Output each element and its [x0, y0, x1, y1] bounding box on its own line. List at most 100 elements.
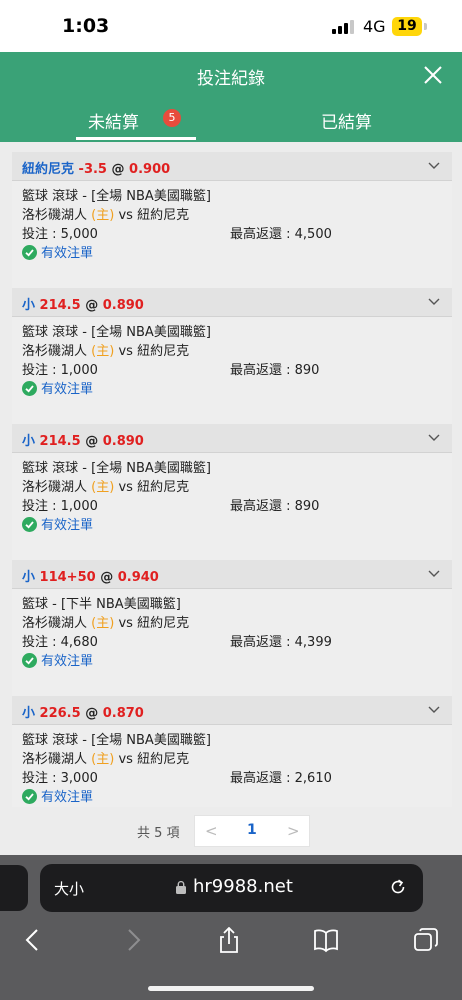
bet-header[interactable]: 小 114+50 @ 0.940 — [12, 560, 452, 589]
bet-status-label: 有效注單 — [41, 654, 94, 669]
page-number-button[interactable]: 1 — [247, 822, 257, 838]
status-time: 1:03 — [62, 15, 110, 37]
address-bar[interactable]: 大小 hr9988.net — [40, 864, 423, 912]
chevron-down-icon[interactable] — [428, 296, 440, 308]
bet-card: 小 226.5 @ 0.870 籃球 滾球 - [全場 NBA美國職籃] 洛杉磯… — [12, 696, 452, 807]
next-page-button[interactable]: > — [287, 822, 300, 840]
back-icon[interactable] — [20, 927, 46, 953]
bet-at: @ — [85, 434, 99, 449]
home-team: 洛杉磯湖人 — [22, 344, 88, 359]
max-return: 最高返還 : 4,399 — [230, 635, 332, 650]
network-label: 4G — [363, 17, 386, 36]
bet-card: 紐約尼克 -3.5 @ 0.900 籃球 滾球 - [全場 NBA美國職籃] 洛… — [12, 152, 452, 291]
bet-selection-line: 小 214.5 @ 0.890 — [22, 294, 144, 313]
bet-body: 籃球 滾球 - [全場 NBA美國職籃] 洛杉磯湖人 (主) vs 紐約尼克 投… — [12, 453, 452, 563]
bet-status: 有效注單 — [22, 380, 442, 399]
forward-icon[interactable] — [120, 927, 146, 953]
bet-status-label: 有效注單 — [41, 790, 94, 805]
bet-header[interactable]: 小 226.5 @ 0.870 — [12, 696, 452, 725]
tab-settled[interactable]: 已結算 — [231, 98, 462, 142]
home-indicator — [148, 986, 314, 991]
bookmarks-icon[interactable] — [313, 927, 339, 953]
away-team: 紐約尼克 — [137, 616, 190, 631]
bet-header[interactable]: 紐約尼克 -3.5 @ 0.900 — [12, 152, 452, 181]
battery-icon: 19 — [392, 17, 422, 36]
reload-icon[interactable] — [389, 878, 407, 896]
tab-unsettled-label: 未結算 — [88, 113, 139, 133]
text-size-button[interactable]: 大小 — [54, 878, 84, 899]
bet-body: 籃球 滾球 - [全場 NBA美國職籃] 洛杉磯湖人 (主) vs 紐約尼克 投… — [12, 181, 452, 291]
bet-amount-row: 投注 : 4,680 最高返還 : 4,399 — [22, 633, 442, 652]
previous-tab-pill[interactable] — [0, 865, 28, 911]
home-tag: (主) — [91, 616, 115, 631]
bet-matchup: 洛杉磯湖人 (主) vs 紐約尼克 — [22, 750, 442, 769]
bet-body: 籃球 滾球 - [全場 NBA美國職籃] 洛杉磯湖人 (主) vs 紐約尼克 投… — [12, 317, 452, 427]
home-tag: (主) — [91, 752, 115, 767]
total-count: 共 5 項 — [137, 826, 180, 841]
bet-at: @ — [100, 570, 114, 585]
bet-at: @ — [85, 298, 99, 313]
bet-header[interactable]: 小 214.5 @ 0.890 — [12, 288, 452, 317]
bet-status: 有效注單 — [22, 244, 442, 263]
bet-amount-row: 投注 : 5,000 最高返還 : 4,500 — [22, 225, 442, 244]
bet-body: 籃球 滾球 - [全場 NBA美國職籃] 洛杉磯湖人 (主) vs 紐約尼克 投… — [12, 725, 452, 807]
tab-settled-label: 已結算 — [321, 113, 372, 133]
unsettled-count-badge: 5 — [163, 109, 181, 127]
vs-label: vs — [118, 616, 133, 631]
bet-selection-line: 小 226.5 @ 0.870 — [22, 702, 144, 721]
tab-unsettled[interactable]: 未結算 5 — [0, 98, 231, 142]
chevron-down-icon[interactable] — [428, 432, 440, 444]
bet-odds: 0.890 — [102, 298, 144, 313]
bet-at: @ — [85, 706, 99, 721]
prev-page-button[interactable]: < — [205, 822, 218, 840]
home-tag: (主) — [91, 344, 115, 359]
bet-market: 籃球 - [下半 NBA美國職籃] — [22, 597, 181, 612]
bet-selection: 小 — [22, 434, 36, 449]
bet-amount-row: 投注 : 1,000 最高返還 : 890 — [22, 497, 442, 516]
bet-status: 有效注單 — [22, 788, 442, 807]
close-icon[interactable] — [422, 64, 444, 86]
check-circle-icon — [22, 789, 37, 804]
max-return: 最高返還 : 890 — [230, 363, 320, 378]
bet-card: 小 214.5 @ 0.890 籃球 滾球 - [全場 NBA美國職籃] 洛杉磯… — [12, 288, 452, 427]
stake-amount: 投注 : 4,680 — [22, 635, 98, 650]
vs-label: vs — [118, 480, 133, 495]
bet-selection: 小 — [22, 570, 36, 585]
pagination: 共 5 項 < 1 > — [0, 807, 462, 855]
chevron-down-icon[interactable] — [428, 160, 440, 172]
bet-amount-row: 投注 : 3,000 最高返還 : 2,610 — [22, 769, 442, 788]
bet-card: 小 214.5 @ 0.890 籃球 滾球 - [全場 NBA美國職籃] 洛杉磯… — [12, 424, 452, 563]
bet-header[interactable]: 小 214.5 @ 0.890 — [12, 424, 452, 453]
pager: < 1 > — [194, 815, 310, 847]
check-circle-icon — [22, 653, 37, 668]
home-team: 洛杉磯湖人 — [22, 616, 88, 631]
tab-bar: 未結算 5 已結算 — [0, 98, 462, 142]
bet-odds: 0.940 — [117, 570, 159, 585]
bet-selection-line: 小 214.5 @ 0.890 — [22, 430, 144, 449]
active-tab-underline — [76, 137, 196, 140]
bet-market: 籃球 滾球 - [全場 NBA美國職籃] — [22, 189, 211, 204]
signal-icon — [332, 20, 354, 34]
away-team: 紐約尼克 — [137, 208, 190, 223]
vs-label: vs — [118, 344, 133, 359]
home-tag: (主) — [91, 480, 115, 495]
bet-handicap: 114+50 — [39, 570, 96, 585]
tabs-icon[interactable] — [413, 927, 439, 953]
page-title: 投注紀錄 — [197, 69, 265, 89]
home-team: 洛杉磯湖人 — [22, 480, 88, 495]
bet-selection-line: 小 114+50 @ 0.940 — [22, 566, 159, 585]
max-return: 最高返還 : 4,500 — [230, 227, 332, 242]
share-icon[interactable] — [216, 927, 242, 953]
chevron-down-icon[interactable] — [428, 704, 440, 716]
home-team: 洛杉磯湖人 — [22, 752, 88, 767]
bet-selection-line: 紐約尼克 -3.5 @ 0.900 — [22, 158, 170, 177]
bet-selection: 紐約尼克 — [22, 162, 75, 177]
bet-selection: 小 — [22, 706, 36, 721]
chevron-down-icon[interactable] — [428, 568, 440, 580]
bet-status: 有效注單 — [22, 652, 442, 671]
bet-matchup: 洛杉磯湖人 (主) vs 紐約尼克 — [22, 206, 442, 225]
bet-market: 籃球 滾球 - [全場 NBA美國職籃] — [22, 461, 211, 476]
lock-icon — [176, 881, 186, 894]
url-text[interactable]: hr9988.net — [193, 876, 293, 897]
away-team: 紐約尼克 — [137, 344, 190, 359]
